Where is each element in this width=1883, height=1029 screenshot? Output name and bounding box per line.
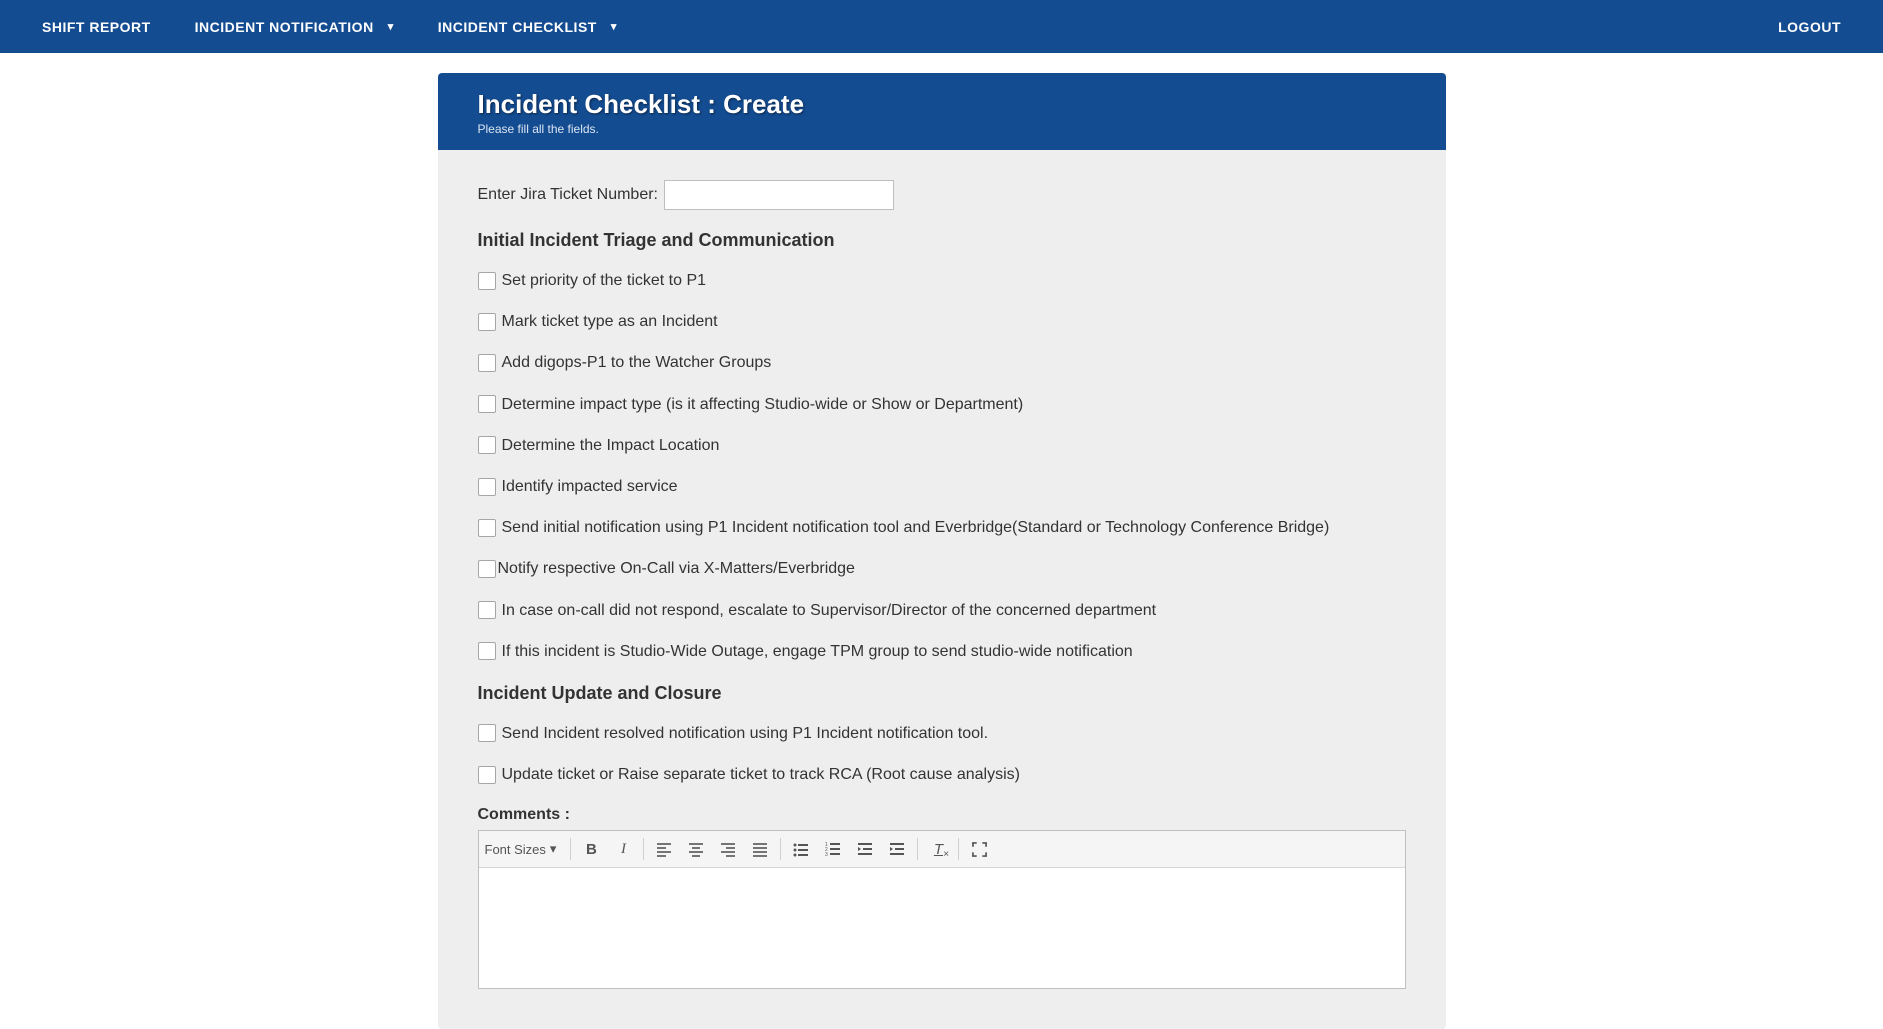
- jira-ticket-label: Enter Jira Ticket Number:: [478, 186, 659, 204]
- jira-ticket-row: Enter Jira Ticket Number:: [478, 180, 1406, 210]
- comments-label: Comments :: [478, 806, 1406, 824]
- check-row-escalate: In case on-call did not respond, escalat…: [478, 601, 1406, 620]
- nav-incident-notification-label: INCIDENT NOTIFICATION: [195, 19, 374, 35]
- caret-down-icon: ▾: [611, 20, 617, 33]
- nav-incident-notification[interactable]: INCIDENT NOTIFICATION ▾: [173, 19, 416, 35]
- toolbar-separator: [917, 838, 918, 860]
- toolbar-separator: [780, 838, 781, 860]
- align-left-icon: [656, 841, 672, 857]
- checkbox-escalate[interactable]: [478, 601, 496, 619]
- section-triage-heading: Initial Incident Triage and Communicatio…: [478, 230, 1406, 251]
- nav-logout[interactable]: LOGOUT: [1756, 19, 1863, 35]
- checkbox-send-initial-notification[interactable]: [478, 519, 496, 537]
- align-justify-icon: [752, 841, 768, 857]
- check-row-send-initial-notification: Send initial notification using P1 Incid…: [478, 518, 1406, 537]
- check-row-add-digops: Add digops-P1 to the Watcher Groups: [478, 353, 1406, 372]
- fullscreen-icon: [972, 842, 987, 857]
- panel-body: Enter Jira Ticket Number: Initial Incide…: [438, 150, 1446, 1029]
- nav-right: LOGOUT: [1756, 19, 1863, 35]
- fullscreen-button[interactable]: [963, 835, 995, 863]
- bold-icon: B: [586, 841, 597, 858]
- checkbox-rca-ticket[interactable]: [478, 766, 496, 784]
- nav-logout-label: LOGOUT: [1778, 19, 1841, 35]
- nav-left: SHIFT REPORT INCIDENT NOTIFICATION ▾ INC…: [20, 19, 639, 35]
- check-row-studio-wide: If this incident is Studio-Wide Outage, …: [478, 642, 1406, 661]
- panel-title: Incident Checklist : Create: [478, 89, 1406, 120]
- italic-icon: I: [621, 841, 626, 858]
- outdent-icon: [857, 841, 873, 857]
- panel-subtitle: Please fill all the fields.: [478, 122, 1406, 136]
- check-label: Identify impacted service: [502, 477, 678, 496]
- check-row-mark-incident: Mark ticket type as an Incident: [478, 312, 1406, 331]
- check-row-impact-location: Determine the Impact Location: [478, 436, 1406, 455]
- indent-icon: [889, 841, 905, 857]
- outdent-button[interactable]: [849, 835, 881, 863]
- check-label: Mark ticket type as an Incident: [502, 312, 718, 331]
- align-center-button[interactable]: [680, 835, 712, 863]
- align-right-icon: [720, 841, 736, 857]
- check-label: Determine the Impact Location: [502, 436, 720, 455]
- nav-shift-report[interactable]: SHIFT REPORT: [20, 19, 173, 35]
- checkbox-mark-incident[interactable]: [478, 313, 496, 331]
- numbered-list-icon: 123: [825, 841, 841, 857]
- nav-shift-report-label: SHIFT REPORT: [42, 19, 151, 35]
- checkbox-impact-location[interactable]: [478, 436, 496, 454]
- numbered-list-button[interactable]: 123: [817, 835, 849, 863]
- checkbox-impacted-service[interactable]: [478, 478, 496, 496]
- svg-text:3: 3: [825, 852, 828, 857]
- main-panel: Incident Checklist : Create Please fill …: [438, 73, 1446, 1029]
- nav-incident-checklist[interactable]: INCIDENT CHECKLIST ▾: [416, 19, 639, 35]
- check-label: If this incident is Studio-Wide Outage, …: [502, 642, 1133, 661]
- align-justify-button[interactable]: [744, 835, 776, 863]
- clear-formatting-icon: T×: [934, 841, 943, 858]
- checkbox-studio-wide[interactable]: [478, 642, 496, 660]
- clear-formatting-button[interactable]: T×: [922, 835, 954, 863]
- check-row-priority-p1: Set priority of the ticket to P1: [478, 271, 1406, 290]
- caret-down-icon: ▾: [388, 20, 394, 33]
- font-sizes-dropdown[interactable]: Font Sizes ▾: [485, 841, 567, 857]
- comments-editor: Font Sizes ▾ B I: [478, 830, 1406, 989]
- check-label: Update ticket or Raise separate ticket t…: [502, 765, 1020, 784]
- checkbox-impact-type[interactable]: [478, 395, 496, 413]
- indent-button[interactable]: [881, 835, 913, 863]
- align-center-icon: [688, 841, 704, 857]
- check-label: Send Incident resolved notification usin…: [502, 724, 989, 743]
- comments-textarea[interactable]: [479, 868, 1405, 988]
- caret-down-icon: ▾: [550, 841, 557, 857]
- bold-button[interactable]: B: [575, 835, 607, 863]
- top-navbar: SHIFT REPORT INCIDENT NOTIFICATION ▾ INC…: [0, 0, 1883, 53]
- checkbox-resolved-notification[interactable]: [478, 724, 496, 742]
- align-left-button[interactable]: [648, 835, 680, 863]
- check-row-impacted-service: Identify impacted service: [478, 477, 1406, 496]
- toolbar-separator: [643, 838, 644, 860]
- italic-button[interactable]: I: [607, 835, 639, 863]
- align-right-button[interactable]: [712, 835, 744, 863]
- check-label: Set priority of the ticket to P1: [502, 271, 707, 290]
- check-label: Send initial notification using P1 Incid…: [502, 518, 1330, 537]
- check-label: In case on-call did not respond, escalat…: [502, 601, 1157, 620]
- bullet-list-button[interactable]: [785, 835, 817, 863]
- checkbox-priority-p1[interactable]: [478, 272, 496, 290]
- toolbar-separator: [958, 838, 959, 860]
- jira-ticket-input[interactable]: [664, 180, 894, 210]
- toolbar-separator: [570, 838, 571, 860]
- check-row-notify-oncall: Notify respective On-Call via X-Matters/…: [478, 559, 1406, 578]
- panel-header: Incident Checklist : Create Please fill …: [438, 73, 1446, 150]
- check-label: Add digops-P1 to the Watcher Groups: [502, 353, 772, 372]
- checkbox-add-digops[interactable]: [478, 354, 496, 372]
- check-label: Notify respective On-Call via X-Matters/…: [498, 559, 855, 578]
- check-label: Determine impact type (is it affecting S…: [502, 395, 1024, 414]
- checkbox-notify-oncall[interactable]: [478, 560, 496, 578]
- nav-incident-checklist-label: INCIDENT CHECKLIST: [438, 19, 597, 35]
- editor-toolbar: Font Sizes ▾ B I: [479, 831, 1405, 868]
- font-sizes-label: Font Sizes: [485, 842, 546, 857]
- check-row-rca-ticket: Update ticket or Raise separate ticket t…: [478, 765, 1406, 784]
- check-row-impact-type: Determine impact type (is it affecting S…: [478, 395, 1406, 414]
- section-closure-heading: Incident Update and Closure: [478, 683, 1406, 704]
- check-row-resolved-notification: Send Incident resolved notification usin…: [478, 724, 1406, 743]
- bullet-list-icon: [793, 841, 809, 857]
